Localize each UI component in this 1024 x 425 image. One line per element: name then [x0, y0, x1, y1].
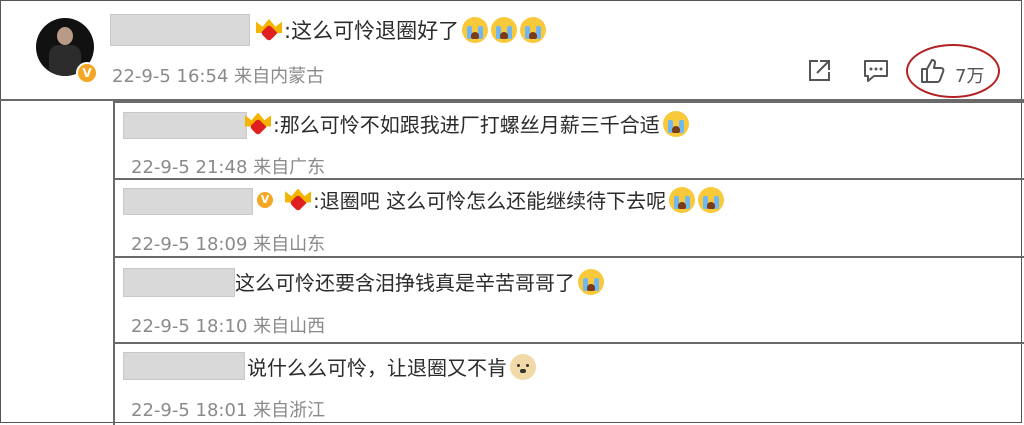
reply-item: V :退圈吧 这么可怜怎么还能继续待下去呢 22-9-5 18:09 来自山东	[113, 178, 1024, 258]
reply-item: 说什么么可怜，让退圈又不肯 22-9-5 18:01 来自浙江	[113, 342, 1024, 425]
crying-emoji-icon	[578, 268, 604, 295]
reply-text: :退圈吧 这么可怜怎么还能继续待下去呢	[285, 185, 725, 214]
crying-emoji-icon	[491, 17, 518, 43]
comment-text: :这么可怜退圈好了	[256, 15, 547, 45]
username-redacted[interactable]	[110, 14, 250, 46]
main-comment: V :这么可怜退圈好了 22-9-5 16:54 来自内蒙古 7万	[0, 0, 1024, 101]
location: 来自山东	[253, 234, 326, 255]
reply-meta: 22-9-5 18:09 来自山东	[131, 230, 325, 256]
timestamp: 22-9-5 18:10	[131, 316, 248, 337]
reply-item: 这么可怜还要含泪挣钱真是辛苦哥哥了 22-9-5 18:10 来自山西	[113, 256, 1024, 342]
highlight-ring	[906, 44, 1000, 98]
crying-emoji-icon	[462, 17, 489, 43]
reply-text: 这么可怜还要含泪挣钱真是辛苦哥哥了	[235, 267, 604, 296]
doge-emoji-icon	[510, 353, 536, 380]
comment-icon[interactable]	[862, 58, 890, 84]
crying-emoji-icon	[520, 17, 547, 43]
reply-text-content: 说什么么可怜，让退圈又不肯	[247, 356, 507, 380]
timestamp: 22-9-5 18:01	[131, 400, 248, 421]
crying-emoji-icon	[698, 186, 725, 213]
reply-meta: 22-9-5 21:48 来自广东	[131, 153, 325, 179]
crown-heart-icon	[285, 188, 311, 211]
verified-badge-icon: V	[76, 62, 98, 84]
crying-emoji-icon	[662, 110, 689, 137]
crown-heart-icon	[245, 112, 271, 135]
reply-item: :那么可怜不如跟我进厂打螺丝月薪三千合适 22-9-5 21:48 来自广东	[113, 101, 1024, 179]
reply-text: 说什么么可怜，让退圈又不肯	[247, 352, 536, 381]
timestamp: 22-9-5 18:09	[131, 234, 248, 255]
location: 来自浙江	[253, 400, 326, 421]
reply-meta: 22-9-5 18:01 来自浙江	[131, 396, 325, 422]
timestamp: 22-9-5 16:54	[112, 66, 229, 87]
username-redacted[interactable]	[123, 268, 235, 297]
location: 来自内蒙古	[234, 66, 325, 87]
comment-meta: 22-9-5 16:54 来自内蒙古	[112, 62, 324, 88]
username-redacted[interactable]	[123, 112, 247, 139]
crying-emoji-icon	[669, 186, 696, 213]
reply-text-content: 这么可怜还要含泪挣钱真是辛苦哥哥了	[235, 271, 575, 295]
reply-text-content: :退圈吧 这么可怜怎么还能继续待下去呢	[313, 189, 667, 213]
username-redacted[interactable]	[123, 188, 253, 215]
verified-badge-icon: V	[257, 192, 273, 208]
username-redacted[interactable]	[123, 352, 245, 380]
share-icon[interactable]	[806, 58, 832, 84]
reply-meta: 22-9-5 18:10 来自山西	[131, 312, 325, 338]
reply-text: :那么可怜不如跟我进厂打螺丝月薪三千合适	[245, 109, 689, 138]
comment-text-content: :这么可怜退圈好了	[284, 19, 460, 43]
timestamp: 22-9-5 21:48	[131, 157, 248, 178]
location: 来自山西	[253, 316, 326, 337]
location: 来自广东	[253, 157, 326, 178]
crown-heart-icon	[256, 19, 282, 42]
reply-text-content: :那么可怜不如跟我进厂打螺丝月薪三千合适	[273, 113, 660, 137]
